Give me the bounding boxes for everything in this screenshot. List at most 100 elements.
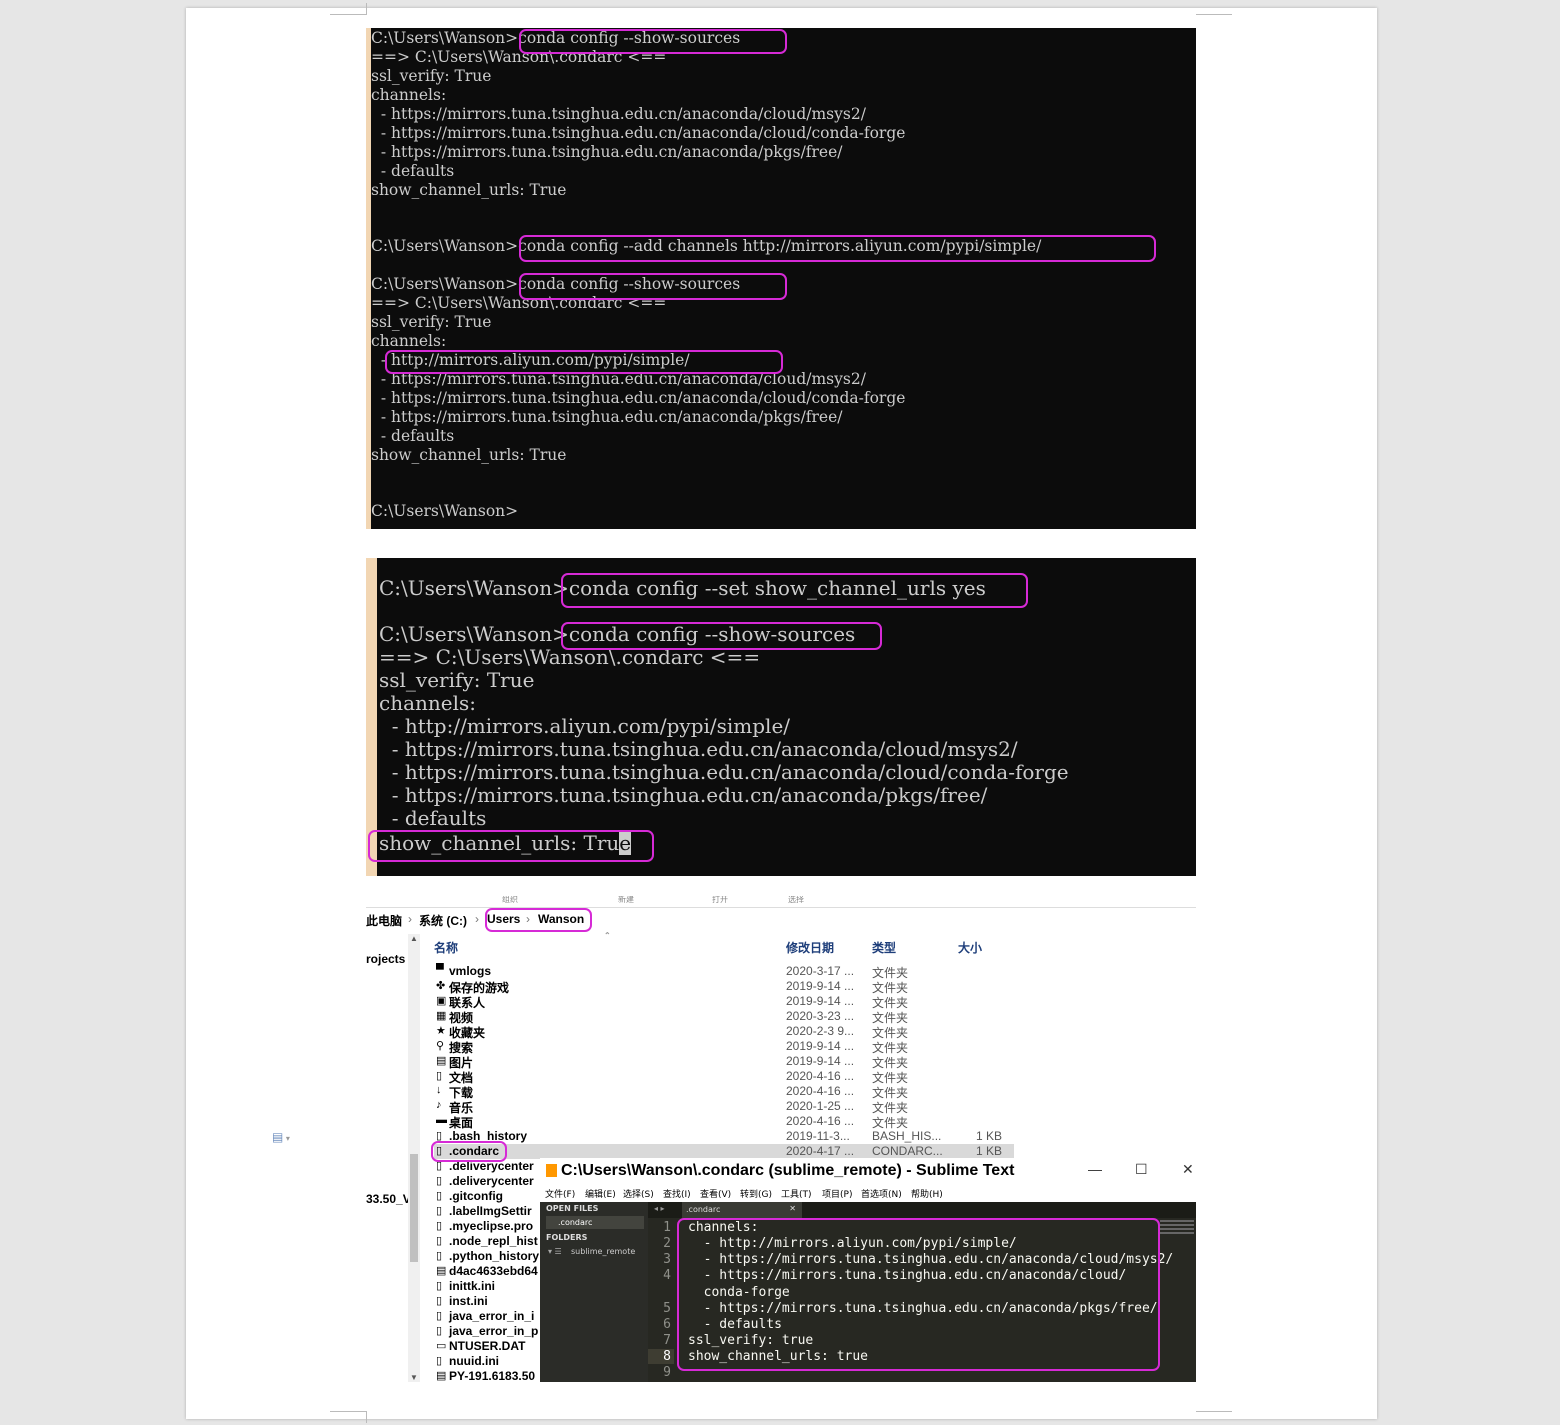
- menu-edit[interactable]: 编辑(E): [585, 1187, 616, 1200]
- file-row[interactable]: ▣ 联系人 2019-9-14 ... 文件夹: [434, 994, 1014, 1010]
- terminal-line: show_channel_urls: True: [371, 181, 567, 199]
- terminal-line: - https://mirrors.tuna.tsinghua.edu.cn/a…: [379, 737, 1018, 761]
- ini-file-icon: ▯: [436, 1280, 443, 1292]
- folder-icon: ▀: [436, 964, 444, 976]
- search-icon: ⚲: [436, 1040, 445, 1052]
- line-number-current: 8: [648, 1349, 674, 1364]
- terminal-line: - defaults: [379, 806, 487, 830]
- window-title: C:\Users\Wanson\.condarc (sublime_remote…: [561, 1162, 1015, 1179]
- highlight-box: [485, 908, 592, 932]
- paste-options-icon[interactable]: ▤ ▾: [272, 1130, 290, 1144]
- file-name: NTUSER.DAT: [449, 1339, 526, 1353]
- file-icon: ▯: [436, 1175, 443, 1187]
- archive-icon: ▤: [436, 1265, 447, 1277]
- file-date: 2020-4-17 ...: [786, 1144, 855, 1158]
- nav-item[interactable]: rojects: [366, 952, 405, 966]
- highlight-box: [368, 830, 654, 862]
- nav-item[interactable]: 33.50_V: [366, 1192, 411, 1206]
- menu-project[interactable]: 项目(P): [822, 1187, 852, 1200]
- scroll-up-icon[interactable]: ▲: [410, 934, 418, 943]
- file-row[interactable]: ♪ 音乐 2020-1-25 ... 文件夹: [434, 1099, 1014, 1115]
- file-icon: ▯: [436, 1310, 443, 1322]
- file-name: PY-191.6183.50: [449, 1369, 536, 1382]
- file-row[interactable]: ▦ 视频 2020-3-23 ... 文件夹: [434, 1009, 1014, 1025]
- tab-bar: ◂ ▸ .condarc ✕: [648, 1202, 1196, 1218]
- menu-view[interactable]: 查看(V): [700, 1187, 731, 1200]
- column-header-date[interactable]: 修改日期: [786, 939, 834, 956]
- file-name: .python_history: [449, 1249, 540, 1263]
- saved-games-icon: ✤: [436, 980, 446, 992]
- highlight-box: [431, 1141, 507, 1162]
- menu-help[interactable]: 帮助(H): [911, 1187, 943, 1200]
- ribbon-group-new[interactable]: 新建: [618, 896, 634, 905]
- file-row[interactable]: ▯ .condarc 2020-4-17 ... CONDARC... 1 KB: [434, 1144, 1014, 1159]
- minimap[interactable]: [1160, 1220, 1194, 1240]
- file-size: 1 KB: [976, 1144, 1003, 1158]
- menu-bar: 文件(F) 编辑(E) 选择(S) 查找(I) 查看(V) 转到(G) 工具(T…: [540, 1184, 1196, 1202]
- favorites-icon: ★: [436, 1025, 446, 1037]
- terminal-line: ssl_verify: True: [371, 67, 492, 85]
- file-row[interactable]: ▤ 图片 2019-9-14 ... 文件夹: [434, 1054, 1014, 1070]
- file-row[interactable]: ✤ 保存的游戏 2019-9-14 ... 文件夹: [434, 979, 1014, 995]
- file-name: inittk.ini: [449, 1279, 495, 1293]
- tab-close-icon[interactable]: ✕: [789, 1204, 796, 1213]
- folders-label: FOLDERS: [546, 1233, 588, 1242]
- file-date: 2019-9-14 ...: [786, 1054, 855, 1068]
- file-date: 2019-9-14 ...: [786, 1039, 855, 1053]
- ribbon-group-select[interactable]: 选择: [788, 896, 804, 905]
- minimize-button[interactable]: —: [1088, 1161, 1102, 1177]
- file-row[interactable]: ▯ 文档 2020-4-16 ... 文件夹: [434, 1069, 1014, 1085]
- file-name: inst.ini: [449, 1294, 488, 1308]
- menu-goto[interactable]: 转到(G): [740, 1187, 772, 1200]
- scroll-down-icon[interactable]: ▼: [410, 1373, 418, 1382]
- file-row[interactable]: ⚲ 搜索 2019-9-14 ... 文件夹: [434, 1039, 1014, 1055]
- file-row[interactable]: ★ 收藏夹 2020-2-3 9... 文件夹: [434, 1024, 1014, 1040]
- file-row[interactable]: ▀ vmlogs 2020-3-17 ... 文件夹: [434, 964, 1014, 980]
- close-button[interactable]: ✕: [1182, 1161, 1194, 1178]
- menu-tools[interactable]: 工具(T): [781, 1187, 812, 1200]
- file-name: java_error_in_p: [449, 1324, 539, 1338]
- window-title-bar[interactable]: C:\Users\Wanson\.condarc (sublime_remote…: [540, 1158, 1196, 1184]
- line-number: 7: [663, 1333, 671, 1348]
- nav-scrollbar[interactable]: ▲ ▼: [408, 934, 420, 1382]
- breadcrumb-this-pc[interactable]: 此电脑: [366, 912, 402, 929]
- maximize-button[interactable]: ☐: [1135, 1161, 1148, 1178]
- file-row[interactable]: ↓ 下载 2020-4-16 ... 文件夹: [434, 1084, 1014, 1100]
- breadcrumb-drive-c[interactable]: 系统 (C:): [419, 912, 467, 929]
- column-header-size[interactable]: 大小: [958, 939, 982, 956]
- ribbon-group-organize[interactable]: 组织: [502, 896, 518, 905]
- open-file-item[interactable]: .condarc: [546, 1216, 644, 1229]
- file-icon: ▯: [436, 1205, 443, 1217]
- terminal-line: - defaults: [371, 162, 455, 180]
- crop-mark: [366, 1411, 367, 1423]
- line-number-gutter: 1 2 3 4 5 6 7 8 9: [648, 1218, 674, 1382]
- terminal-line: channels:: [371, 332, 447, 350]
- file-date: 2020-4-16 ...: [786, 1114, 855, 1128]
- file-icon: ▯: [436, 1250, 443, 1262]
- folder-item[interactable]: sublime_remote: [571, 1247, 635, 1256]
- menu-selection[interactable]: 选择(S): [623, 1187, 654, 1200]
- file-row[interactable]: ▬ 桌面 2020-4-16 ... 文件夹: [434, 1114, 1014, 1130]
- documents-icon: ▯: [436, 1070, 443, 1082]
- tab-condarc[interactable]: .condarc ✕: [682, 1202, 802, 1218]
- column-header-type[interactable]: 类型: [872, 939, 896, 956]
- file-type: CONDARC...: [872, 1144, 943, 1158]
- file-row[interactable]: ▯ .bash_history 2019-11-3... BASH_HIS... 1 K…: [434, 1129, 1014, 1144]
- scrollbar-thumb[interactable]: [410, 1154, 418, 1262]
- crop-mark: [1196, 1411, 1232, 1423]
- terminal-line: - http://mirrors.aliyun.com/pypi/simple/: [379, 714, 791, 738]
- terminal-line: - https://mirrors.tuna.tsinghua.edu.cn/a…: [371, 124, 906, 142]
- file-icon: ▯: [436, 1235, 443, 1247]
- menu-find[interactable]: 查找(I): [663, 1187, 691, 1200]
- menu-file[interactable]: 文件(F): [545, 1187, 575, 1200]
- videos-icon: ▦: [436, 1010, 447, 1022]
- pictures-icon: ▤: [436, 1055, 447, 1067]
- ribbon-group-open[interactable]: 打开: [712, 896, 728, 905]
- dat-file-icon: ▭: [436, 1340, 447, 1352]
- folder-expand-icon[interactable]: ▾ ☰: [548, 1247, 562, 1256]
- column-header-name[interactable]: 名称: [434, 939, 458, 956]
- tab-scroll-arrows-icon[interactable]: ◂ ▸: [654, 1204, 665, 1213]
- terminal-line: - https://mirrors.tuna.tsinghua.edu.cn/a…: [371, 389, 906, 407]
- menu-preferences[interactable]: 首选项(N): [861, 1187, 902, 1200]
- terminal-line: C:\Users\Wanson>: [371, 502, 519, 520]
